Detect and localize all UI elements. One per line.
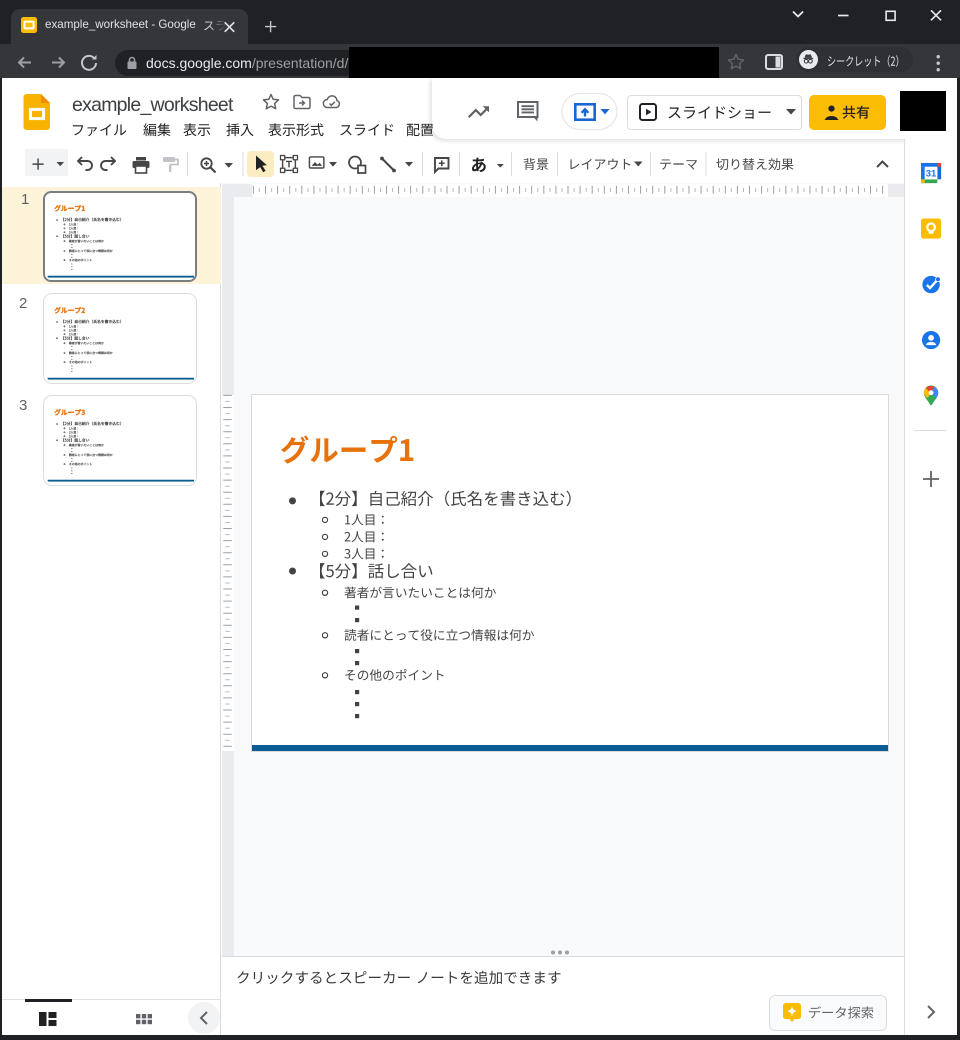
svg-text:31: 31	[926, 169, 937, 180]
